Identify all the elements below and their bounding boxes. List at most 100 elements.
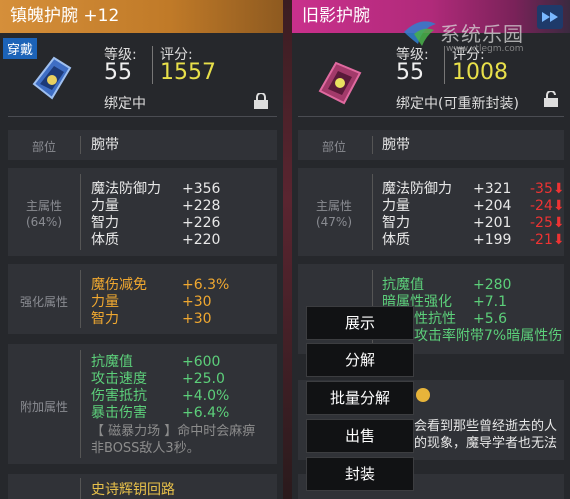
attr-value: +280 — [473, 277, 512, 293]
attr-value: +201 — [473, 215, 512, 231]
score-value: 1008 — [452, 60, 508, 85]
show-button[interactable]: 展示 — [306, 306, 414, 340]
fast-forward-button[interactable] — [537, 5, 563, 29]
attr-value: +30 — [182, 311, 212, 327]
attr-diff-value: -25 — [530, 215, 553, 231]
attr-name: 抗魔值 — [382, 277, 424, 293]
main-attr-label: 主属性 (64%) — [8, 198, 80, 230]
attr-value: +6.4% — [182, 405, 230, 421]
seal-button[interactable]: 封装 — [306, 457, 414, 491]
fast-forward-icon — [542, 12, 558, 22]
attr-name: 力量 — [382, 198, 410, 214]
attr-name: 智力 — [382, 215, 410, 231]
extra-attr-label: 附加属性 — [19, 400, 68, 414]
attr-name: 暴击伤害 — [91, 405, 147, 421]
slot-value: 腕带 — [382, 137, 410, 153]
bind-status: 绑定中 — [104, 96, 146, 112]
batch-dismantle-button[interactable]: 批量分解 — [306, 381, 414, 415]
attr-value: +30 — [182, 294, 212, 310]
attr-diff: -21⬇ — [530, 232, 565, 249]
attr-name: 力量 — [91, 294, 119, 310]
divider — [372, 174, 373, 250]
attr-diff-value: -24 — [530, 198, 553, 214]
main-attr-pct: (64%) — [25, 215, 63, 229]
effect-note: 【 磁暴力场 】命中时会麻痹 — [91, 424, 256, 439]
attr-diff: -25⬇ — [530, 215, 565, 232]
item-title: 镇魄护腕 +12 — [0, 0, 283, 33]
attr-value: +228 — [182, 198, 221, 214]
watermark-url: www.xtlegm.com — [446, 44, 524, 54]
bracer-item-icon[interactable] — [312, 53, 368, 109]
attr-value: +226 — [182, 215, 221, 231]
main-attr-label: 主属性 (47%) — [298, 198, 370, 230]
attr-value: +199 — [473, 232, 512, 248]
unlock-icon — [544, 91, 558, 107]
divider — [80, 350, 81, 458]
down-arrow-icon: ⬇ — [552, 198, 565, 214]
attr-name: 力量 — [91, 198, 119, 214]
lock-icon — [254, 93, 268, 109]
score-value: 1557 — [160, 60, 216, 85]
attr-value: +7.1 — [473, 294, 507, 310]
divider — [80, 478, 81, 499]
attr-name: 智力 — [91, 215, 119, 231]
attr-diff-value: -21 — [530, 232, 553, 248]
down-arrow-icon: ⬇ — [552, 181, 565, 197]
attr-name: 攻击速度 — [91, 371, 147, 387]
divider — [80, 270, 81, 328]
divider — [80, 174, 81, 250]
attr-name: 魔伤减免 — [91, 277, 147, 293]
divider — [298, 116, 564, 117]
attr-value: +356 — [182, 181, 221, 197]
divider — [8, 116, 277, 117]
down-arrow-icon: ⬇ — [552, 232, 565, 248]
main-attr-name: 主属性 — [315, 199, 352, 213]
slot-label: 部位 — [31, 140, 56, 154]
attr-value: +204 — [473, 198, 512, 214]
attr-diff: -24⬇ — [530, 198, 565, 215]
bracer-item-icon[interactable] — [24, 50, 80, 106]
watermark-logo-icon — [404, 21, 436, 46]
attr-value: +5.6 — [473, 311, 507, 327]
main-attr-name: 主属性 — [25, 199, 62, 213]
effect-note: 攻击率附带7%暗属性伤 — [414, 328, 563, 344]
main-attr-pct: (47%) — [315, 215, 353, 229]
level-value: 55 — [104, 60, 132, 85]
attr-name: 抗魔值 — [91, 354, 133, 370]
watermark-text: 系统乐园 — [440, 22, 524, 46]
divider — [152, 46, 153, 84]
sell-button[interactable]: 出售 — [306, 419, 414, 453]
set-name: 史诗辉钥回路 — [91, 482, 175, 498]
attr-diff: -35⬇ — [530, 181, 565, 198]
attr-name: 体质 — [382, 232, 410, 248]
level-value: 55 — [396, 60, 424, 85]
effect-note: 非BOSS敌人3秒。 — [91, 441, 200, 456]
equipped-item-panel: 镇魄护腕 +12 穿戴 等级: 55 评分: 1557 绑定中 部位 腕带 主属… — [0, 0, 283, 499]
attr-diff-value: -35 — [530, 181, 553, 197]
bind-status: 绑定中(可重新封装) — [396, 96, 519, 112]
lore-text: 会看到那些曾经逝去的人 — [414, 419, 558, 434]
dismantle-button[interactable]: 分解 — [306, 343, 414, 377]
attr-value: +6.3% — [182, 277, 230, 293]
down-arrow-icon: ⬇ — [552, 215, 565, 231]
attr-name: 智力 — [91, 311, 119, 327]
attr-value: +25.0 — [182, 371, 225, 387]
attr-name: 伤害抵抗 — [91, 388, 147, 404]
lore-text: 的现象，魔导学者也无法 — [414, 436, 558, 451]
divider — [372, 136, 373, 154]
divider — [444, 46, 445, 84]
attr-value: +600 — [182, 354, 221, 370]
slot-value: 腕带 — [91, 137, 119, 153]
panel-gap — [283, 0, 292, 499]
attr-name: 性抗性 — [414, 311, 456, 327]
attr-name: 体质 — [91, 232, 119, 248]
attr-value: +220 — [182, 232, 221, 248]
attr-name: 魔法防御力 — [382, 181, 452, 197]
enhance-attr-label: 强化属性 — [19, 295, 68, 309]
gem-icon — [416, 388, 430, 402]
attr-value: +4.0% — [182, 388, 230, 404]
divider — [80, 136, 81, 154]
slot-label: 部位 — [321, 140, 346, 154]
attr-value: +321 — [473, 181, 512, 197]
attr-name: 魔法防御力 — [91, 181, 161, 197]
